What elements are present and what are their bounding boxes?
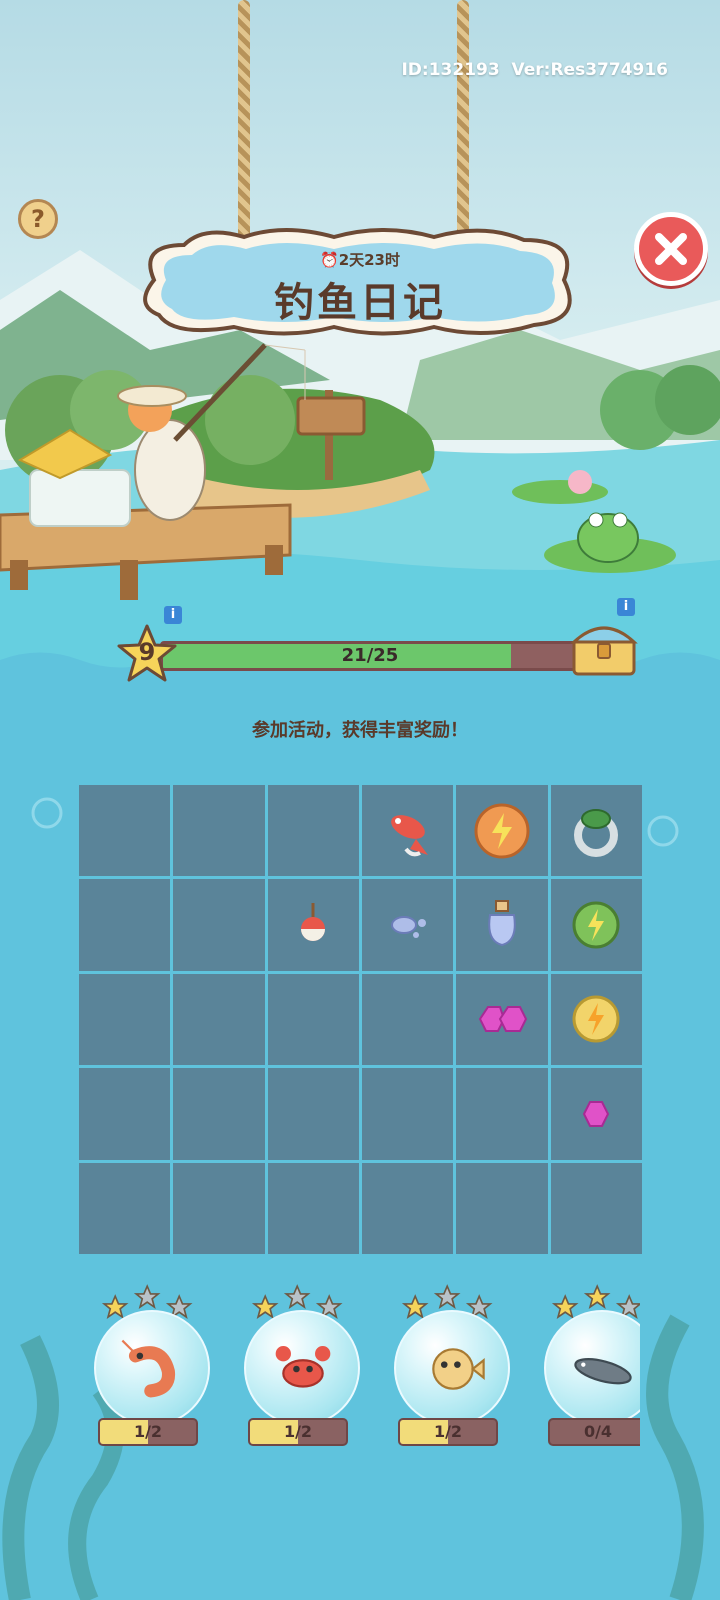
orange-energy-coin-icon[interactable] [470, 799, 534, 863]
shrimp-icon [121, 1339, 176, 1398]
grid-cell[interactable] [173, 1068, 265, 1160]
pink-gem-icon[interactable] [564, 1082, 628, 1146]
star-icon [433, 1284, 461, 1310]
star-icon [251, 1294, 279, 1320]
fish-bubble [394, 1310, 510, 1426]
grid-cell[interactable] [456, 879, 548, 971]
star-icon [401, 1294, 429, 1320]
grid-cell[interactable] [362, 973, 454, 1066]
chest-info-button[interactable]: i [617, 598, 635, 616]
grid-cell[interactable] [362, 1068, 454, 1160]
grid-cell[interactable] [173, 1162, 265, 1254]
grid-cell[interactable] [173, 973, 265, 1066]
grid-cell[interactable] [550, 973, 642, 1066]
star-icon [101, 1294, 129, 1320]
fish-count-label: 1/2 [433, 1422, 463, 1441]
close-icon [655, 233, 687, 265]
fish-card[interactable]: 1/2 [88, 1280, 218, 1460]
crab-icon [275, 1346, 331, 1388]
fish-card[interactable]: 1/2 [238, 1280, 368, 1460]
bubble-decoration [31, 797, 63, 829]
pufferfish-icon [432, 1348, 485, 1390]
star-icon [283, 1284, 311, 1310]
id-version-text: ID:132193 Ver:Res3774916 [401, 60, 668, 80]
grid-cell[interactable] [173, 879, 265, 971]
fish-bubble [544, 1310, 640, 1426]
star-icon [551, 1294, 579, 1320]
grid-cell[interactable] [79, 973, 171, 1066]
landscape-illustration [0, 250, 720, 700]
treasure-chest-icon[interactable] [568, 614, 640, 680]
koi-fish-icon[interactable] [376, 799, 440, 863]
grid-cell[interactable] [267, 1068, 359, 1160]
green-energy-coin-icon[interactable] [564, 893, 628, 957]
fish-card[interactable]: 1/2 [388, 1280, 518, 1460]
fish-count-bar: 1/2 [398, 1418, 498, 1446]
yellow-energy-coin-icon[interactable] [564, 987, 628, 1051]
turtle-ring-icon[interactable] [564, 799, 628, 863]
fish-card[interactable]: 0/4 [538, 1280, 640, 1460]
grid-cell[interactable] [550, 785, 642, 877]
grid-cell[interactable] [550, 1162, 642, 1254]
grid-cell[interactable] [267, 1162, 359, 1254]
grid-cell[interactable] [456, 785, 548, 877]
level-number: 9 [138, 638, 156, 666]
star-icon [133, 1284, 161, 1310]
grid-cell[interactable] [173, 785, 265, 877]
grid-cell[interactable] [267, 785, 359, 877]
grid-cell[interactable] [362, 1162, 454, 1254]
alarm-clock-icon: ⏰ [320, 251, 339, 269]
fishing-scene [0, 0, 720, 700]
fish-count-label: 1/2 [283, 1422, 313, 1441]
fish-count-label: 1/2 [133, 1422, 163, 1441]
page-title: 钓鱼日记 [274, 280, 446, 326]
event-timer: ⏰2天23时 [0, 249, 720, 270]
star-icon [583, 1284, 611, 1310]
fish-count-label: 0/4 [583, 1422, 613, 1441]
grid-cell[interactable] [362, 879, 454, 971]
fish-collection-row: 1/2 1/2 1/2 0/4 [88, 1280, 640, 1460]
help-button[interactable]: ? [18, 199, 58, 239]
level-info-button[interactable]: i [164, 606, 182, 624]
grid-cell[interactable] [550, 879, 642, 971]
grid-cell[interactable] [79, 1162, 171, 1254]
fish-bubble [244, 1310, 360, 1426]
grid-cell[interactable] [79, 879, 171, 971]
pink-gems-icon[interactable] [470, 987, 534, 1051]
grid-cell[interactable] [362, 785, 454, 877]
fish-count-bar: 1/2 [248, 1418, 348, 1446]
grid-cell[interactable] [267, 973, 359, 1066]
fish-bubble [94, 1310, 210, 1426]
close-button[interactable] [634, 212, 708, 286]
fishing-grid [79, 785, 642, 1254]
progress-label: 21/25 [341, 645, 399, 666]
promo-text: 参加活动，获得丰富奖励！ [252, 720, 468, 741]
fish-count-bar: 1/2 [98, 1418, 198, 1446]
grid-cell[interactable] [267, 879, 359, 971]
bubble-decoration [647, 815, 679, 847]
timer-text: 2天23时 [338, 251, 400, 269]
level-progress-bar: 21/25 [160, 641, 580, 671]
rope-right [457, 0, 469, 250]
grid-cell[interactable] [456, 973, 548, 1066]
fish-count-bar: 0/4 [548, 1418, 640, 1446]
catfish-icon [574, 1358, 632, 1385]
stones-icon[interactable] [376, 893, 440, 957]
grid-cell[interactable] [79, 1068, 171, 1160]
fishing-float-icon[interactable] [281, 893, 345, 957]
grid-cell[interactable] [550, 1068, 642, 1160]
potion-bottle-icon[interactable] [470, 893, 534, 957]
grid-cell[interactable] [456, 1162, 548, 1254]
help-icon: ? [31, 205, 45, 233]
grid-cell[interactable] [79, 785, 171, 877]
rope-left [238, 0, 250, 250]
grid-cell[interactable] [456, 1068, 548, 1160]
